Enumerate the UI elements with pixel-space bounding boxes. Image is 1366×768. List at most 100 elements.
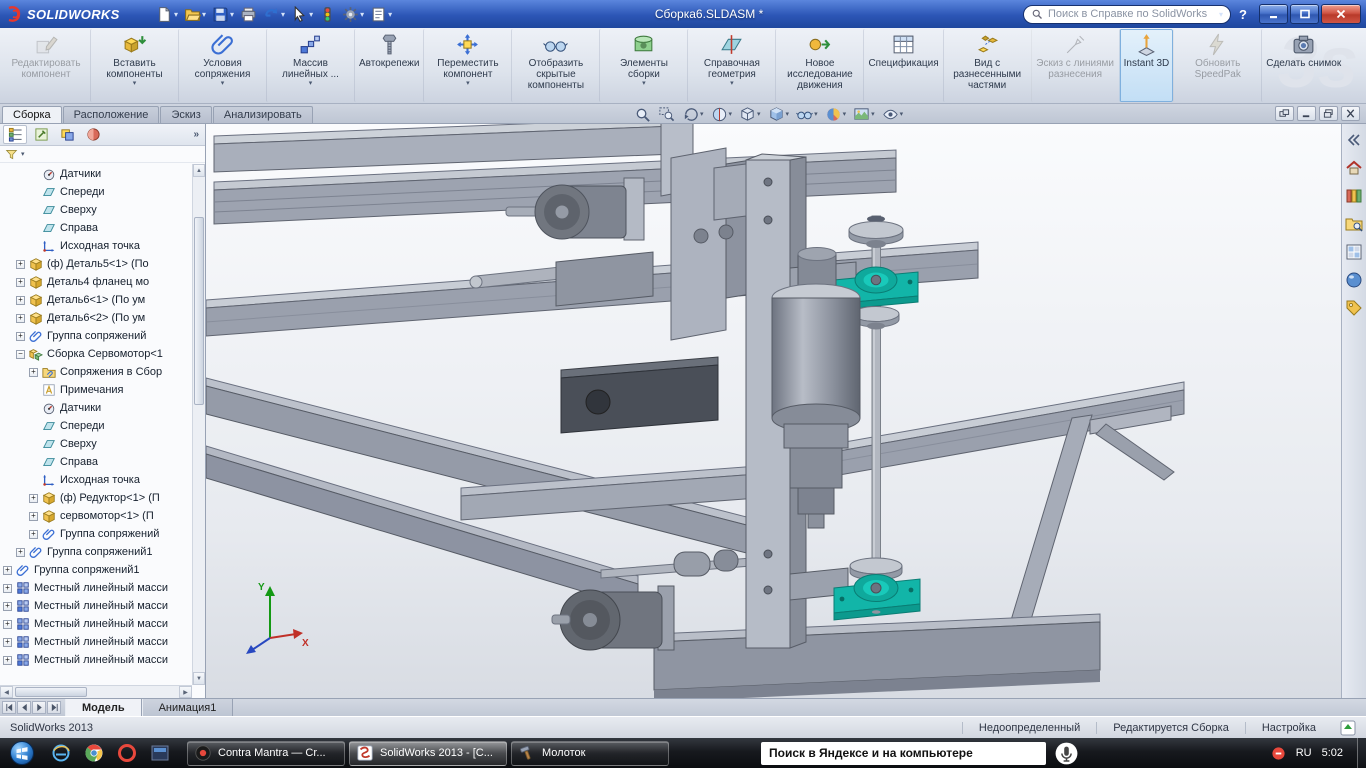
tree-item[interactable]: + Местный линейный масси xyxy=(0,615,191,633)
section-view-button[interactable]: ▾ xyxy=(709,105,735,123)
expand-plus-icon[interactable]: + xyxy=(3,565,12,575)
view-settings-button[interactable]: ▾ xyxy=(880,105,906,123)
tree-item[interactable]: + сервомотор<1> (П xyxy=(0,507,191,525)
ribbon-button-smart-fasteners[interactable]: Автокрепежи xyxy=(354,29,423,102)
expand-plus-icon[interactable]: + xyxy=(29,529,38,539)
tree-item[interactable]: + Деталь6<1> (По ум xyxy=(0,291,191,309)
ribbon-button-show-hidden[interactable]: Отобразить скрытые компоненты xyxy=(511,29,599,102)
tree-item[interactable]: Исходная точка xyxy=(0,237,191,255)
nav-prev-button[interactable] xyxy=(17,701,31,714)
new-document-button[interactable]: ▾ xyxy=(153,3,181,25)
expand-minus-icon[interactable]: − xyxy=(16,349,25,359)
print-button[interactable] xyxy=(237,3,260,25)
tree-item[interactable]: + Группа сопряжений xyxy=(0,327,191,345)
internet-explorer-button[interactable] xyxy=(46,740,76,766)
document-tab[interactable]: Анимация1 xyxy=(141,699,234,716)
tree-item[interactable]: − Сборка Сервомотор<1 xyxy=(0,345,191,363)
tree-item[interactable]: Спереди xyxy=(0,183,191,201)
rebuild-button[interactable] xyxy=(316,3,339,25)
expand-plus-icon[interactable]: + xyxy=(16,277,25,287)
expand-plus-icon[interactable]: + xyxy=(16,547,25,557)
tree-item[interactable]: Справа xyxy=(0,219,191,237)
commandmanager-tab[interactable]: Сборка xyxy=(2,106,62,123)
nav-first-button[interactable] xyxy=(2,701,16,714)
zoom-fit-button[interactable] xyxy=(632,105,653,123)
start-button[interactable] xyxy=(4,739,40,767)
nav-next-button[interactable] xyxy=(32,701,46,714)
ribbon-button-instant3d[interactable]: Instant 3D xyxy=(1118,29,1174,102)
vertical-scroll-thumb[interactable] xyxy=(194,216,204,405)
appearances-button[interactable] xyxy=(1344,269,1365,290)
previous-view-button[interactable]: ▾ xyxy=(680,105,706,123)
undo-button[interactable]: ▾ xyxy=(260,3,288,25)
tree-vertical-scrollbar[interactable]: ▲ ▼ xyxy=(192,164,205,685)
ribbon-button-exploded-view[interactable]: Вид с разнесенными частями xyxy=(942,29,1031,102)
zoom-area-button[interactable] xyxy=(656,105,677,123)
ribbon-button-move-component[interactable]: Переместить компонент ▾ xyxy=(423,29,511,102)
tree-item[interactable]: + Местный линейный масси xyxy=(0,651,191,669)
tray-app-icon[interactable] xyxy=(1271,746,1286,761)
help-search-box[interactable]: ▾ xyxy=(1023,4,1231,24)
minimize-window-button[interactable] xyxy=(1259,4,1288,24)
tree-item[interactable]: + Местный линейный масси xyxy=(0,597,191,615)
tree-item[interactable]: Исходная точка xyxy=(0,471,191,489)
scroll-down-arrow[interactable]: ▼ xyxy=(193,672,205,685)
ribbon-button-motion-study[interactable]: Новое исследование движения xyxy=(775,29,863,102)
view-orientation-button[interactable]: ▾ xyxy=(737,105,763,123)
tree-item[interactable]: + Местный линейный масси xyxy=(0,633,191,651)
close-window-button[interactable] xyxy=(1321,4,1361,24)
expand-plus-icon[interactable]: + xyxy=(3,655,12,665)
ribbon-button-mate[interactable]: Условия сопряжения ▾ xyxy=(178,29,266,102)
ribbon-button-reference-geometry[interactable]: Справочная геометрия ▾ xyxy=(687,29,775,102)
tree-item[interactable]: + (ф) Редуктор<1> (П xyxy=(0,489,191,507)
tree-item[interactable]: Датчики xyxy=(0,399,191,417)
search-dropdown-arrow-icon[interactable]: ▾ xyxy=(1219,10,1223,19)
design-library-button[interactable] xyxy=(1344,185,1365,206)
expand-plus-icon[interactable]: + xyxy=(16,331,25,341)
ribbon-button-linear-pattern[interactable]: Массив линейных ... ▾ xyxy=(266,29,354,102)
tree-item[interactable]: Сверху xyxy=(0,435,191,453)
scroll-up-arrow[interactable]: ▲ xyxy=(193,164,205,177)
ribbon-button-assembly-features[interactable]: Элементы сборки ▾ xyxy=(599,29,687,102)
commandmanager-tab[interactable]: Эскиз xyxy=(160,106,212,123)
expand-plus-icon[interactable]: + xyxy=(16,259,25,269)
graphics-area[interactable]: Y X xyxy=(206,124,1341,698)
expand-plus-icon[interactable]: + xyxy=(16,295,25,305)
commandmanager-tab[interactable]: Анализировать xyxy=(212,106,313,123)
select-button[interactable]: ▾ xyxy=(288,3,316,25)
quick-tips-icon[interactable] xyxy=(1340,720,1356,736)
display-style-button[interactable]: ▾ xyxy=(766,105,792,123)
restore-group-button[interactable] xyxy=(1275,106,1294,121)
ribbon-button-snapshot[interactable]: Сделать снимок xyxy=(1261,29,1345,102)
tree-item[interactable]: Примечания xyxy=(0,381,191,399)
file-properties-button[interactable]: ▾ xyxy=(367,3,395,25)
help-button[interactable]: ? xyxy=(1233,4,1253,24)
expand-plus-icon[interactable]: + xyxy=(3,583,12,593)
scroll-left-arrow[interactable]: ◀ xyxy=(0,686,13,698)
minimize-doc-button[interactable] xyxy=(1297,106,1316,121)
apply-scene-button[interactable]: ▾ xyxy=(851,105,877,123)
tree-item[interactable]: + Сопряжения в Сбор xyxy=(0,363,191,381)
scroll-right-arrow[interactable]: ▶ xyxy=(179,686,192,698)
custom-properties-button[interactable] xyxy=(1344,297,1365,318)
clock[interactable]: 5:02 xyxy=(1322,747,1343,759)
taskbar-window-button[interactable]: Молоток xyxy=(511,740,669,766)
close-doc-button[interactable] xyxy=(1341,106,1360,121)
tree-item[interactable]: + Группа сопряжений1 xyxy=(0,561,191,579)
commandmanager-tab[interactable]: Расположение xyxy=(62,106,160,123)
options-button[interactable]: ▾ xyxy=(339,3,367,25)
tree-item[interactable]: + Группа сопряжений xyxy=(0,525,191,543)
assembly-3d-model[interactable] xyxy=(206,124,1341,698)
hide-show-button[interactable]: ▾ xyxy=(794,105,820,123)
tree-item[interactable]: + (ф) Деталь5<1> (По xyxy=(0,255,191,273)
file-explorer-button[interactable] xyxy=(1344,213,1365,234)
tree-item[interactable]: + Местный линейный масси xyxy=(0,579,191,597)
propertymanager-tab[interactable] xyxy=(29,125,53,144)
featuremanager-tab[interactable] xyxy=(3,125,27,144)
filter-dropdown-arrow-icon[interactable]: ▾ xyxy=(21,150,25,158)
ribbon-button-insert-components[interactable]: Вставить компоненты ▾ xyxy=(90,29,178,102)
expand-plus-icon[interactable]: + xyxy=(29,493,38,503)
open-button[interactable]: ▾ xyxy=(181,3,209,25)
filter-funnel-icon[interactable] xyxy=(5,148,18,161)
tree-horizontal-scrollbar[interactable]: ◀ ▶ xyxy=(0,685,192,698)
